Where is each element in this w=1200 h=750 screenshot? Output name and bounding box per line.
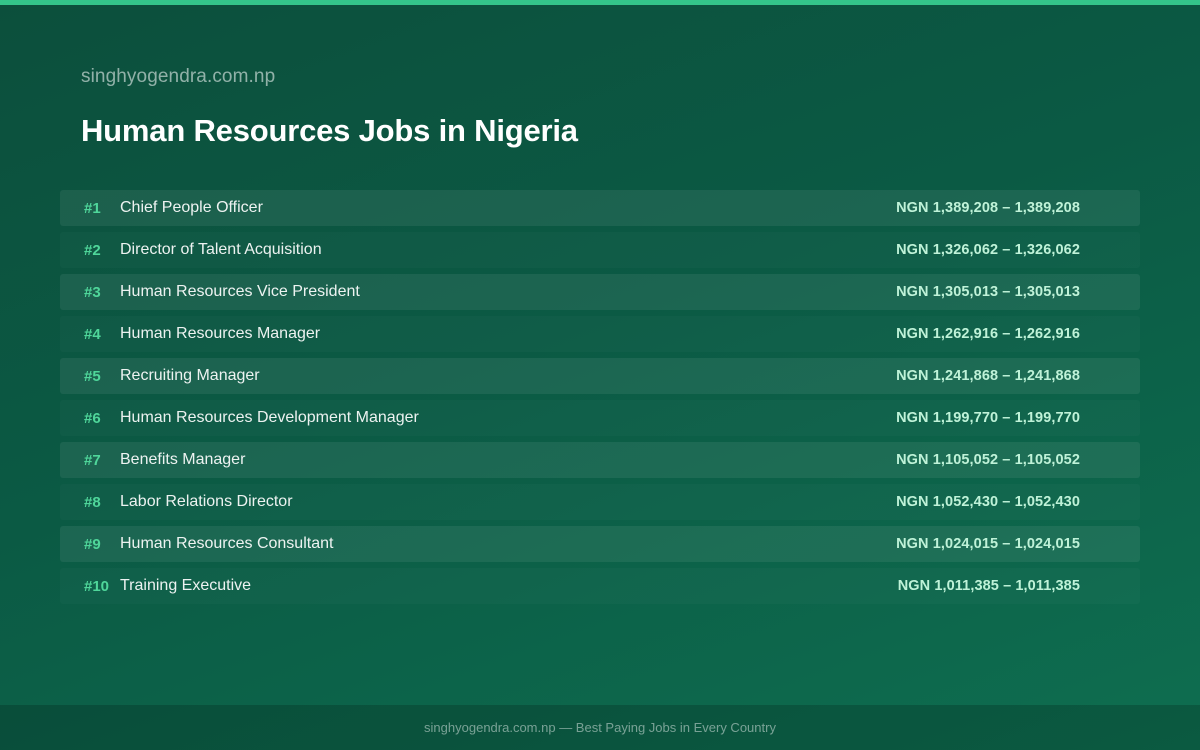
site-name: singhyogendra.com.np xyxy=(81,66,276,87)
job-title: Recruiting Manager xyxy=(120,367,260,384)
footer: singhyogendra.com.np — Best Paying Jobs … xyxy=(0,705,1200,750)
job-title: Training Executive xyxy=(120,577,252,594)
job-salary: NGN 1,326,062 – 1,326,062 xyxy=(896,242,1080,258)
job-title: Human Resources Vice President xyxy=(120,283,360,300)
job-rank: #10 xyxy=(84,577,110,595)
footer-text: singhyogendra.com.np — Best Paying Jobs … xyxy=(424,720,776,735)
job-rank: #5 xyxy=(84,367,101,385)
job-rank: #2 xyxy=(84,241,101,259)
job-row: #7 Benefits Manager NGN 1,105,052 – 1,10… xyxy=(60,442,1140,478)
job-title: Human Resources Manager xyxy=(120,325,321,342)
job-row: #8 Labor Relations Director NGN 1,052,43… xyxy=(60,484,1140,520)
job-row: #9 Human Resources Consultant NGN 1,024,… xyxy=(60,526,1140,562)
job-salary: NGN 1,105,052 – 1,105,052 xyxy=(896,452,1080,468)
job-salary: NGN 1,305,013 – 1,305,013 xyxy=(896,284,1080,300)
job-salary: NGN 1,262,916 – 1,262,916 xyxy=(896,326,1080,342)
job-list: #1 Chief People Officer NGN 1,389,208 – … xyxy=(60,190,1140,610)
job-rank: #6 xyxy=(84,409,101,427)
job-row: #10 Training Executive NGN 1,011,385 – 1… xyxy=(60,568,1140,604)
job-row: #3 Human Resources Vice President NGN 1,… xyxy=(60,274,1140,310)
job-salary: NGN 1,199,770 – 1,199,770 xyxy=(896,410,1080,426)
job-row: #1 Chief People Officer NGN 1,389,208 – … xyxy=(60,190,1140,226)
job-title: Director of Talent Acquisition xyxy=(120,241,322,258)
job-salary: NGN 1,241,868 – 1,241,868 xyxy=(896,368,1080,384)
job-rank: #3 xyxy=(84,283,101,301)
job-title: Chief People Officer xyxy=(120,199,263,216)
page-title: Human Resources Jobs in Nigeria xyxy=(81,113,578,148)
job-row: #4 Human Resources Manager NGN 1,262,916… xyxy=(60,316,1140,352)
job-row: #5 Recruiting Manager NGN 1,241,868 – 1,… xyxy=(60,358,1140,394)
job-salary: NGN 1,052,430 – 1,052,430 xyxy=(896,494,1080,510)
job-salary: NGN 1,024,015 – 1,024,015 xyxy=(896,536,1080,552)
job-rank: #4 xyxy=(84,325,101,343)
job-salary: NGN 1,011,385 – 1,011,385 xyxy=(897,578,1080,594)
job-title: Benefits Manager xyxy=(120,451,246,468)
job-title: Human Resources Development Manager xyxy=(120,409,419,426)
job-title: Human Resources Consultant xyxy=(120,535,334,552)
top-accent-bar xyxy=(0,0,1200,5)
job-rank: #9 xyxy=(84,535,101,553)
job-row: #2 Director of Talent Acquisition NGN 1,… xyxy=(60,232,1140,268)
job-row: #6 Human Resources Development Manager N… xyxy=(60,400,1140,436)
job-rank: #1 xyxy=(84,199,101,217)
job-salary: NGN 1,389,208 – 1,389,208 xyxy=(896,200,1080,216)
job-title: Labor Relations Director xyxy=(120,493,293,510)
job-rank: #7 xyxy=(84,451,101,469)
job-rank: #8 xyxy=(84,493,101,511)
